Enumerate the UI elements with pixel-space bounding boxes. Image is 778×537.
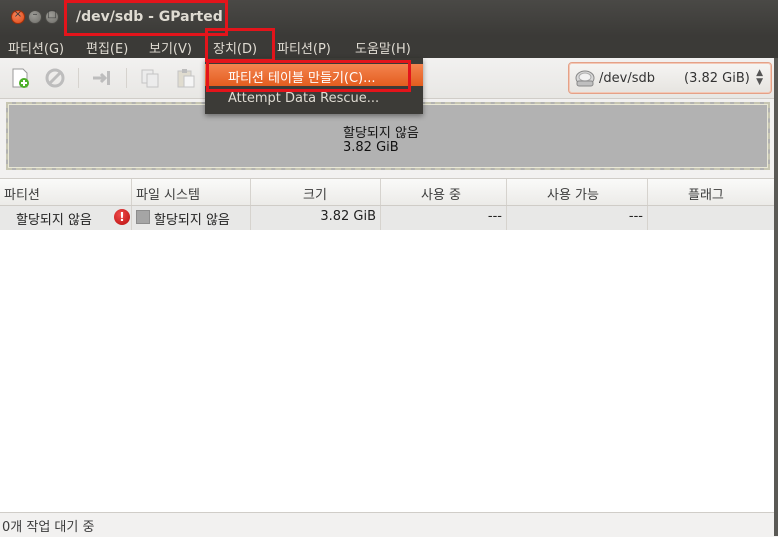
resize-move-button[interactable] bbox=[91, 67, 113, 89]
close-window-button[interactable]: × bbox=[11, 9, 25, 24]
window-edge bbox=[774, 58, 778, 536]
device-name: /dev/sdb bbox=[599, 71, 655, 86]
column-size[interactable]: 크기 bbox=[251, 179, 381, 205]
create-table-highlight-box bbox=[206, 60, 411, 92]
column-partition[interactable]: 파티션 bbox=[0, 179, 132, 205]
minimize-window-button[interactable]: – bbox=[28, 9, 42, 24]
device-menu-highlight-box bbox=[205, 28, 275, 62]
paste-icon bbox=[177, 69, 195, 88]
menu-edit[interactable]: 편집(E) bbox=[86, 38, 128, 57]
cell-size: 3.82 GiB bbox=[251, 206, 381, 230]
partition-table: 파티션 파일 시스템 크기 사용 중 사용 가능 플래그 할당되지 않음 ! 할… bbox=[0, 178, 778, 513]
delete-partition-button[interactable] bbox=[44, 67, 66, 89]
chevron-up-down-icon: ▲ ▼ bbox=[756, 68, 763, 87]
column-unused[interactable]: 사용 가능 bbox=[507, 179, 648, 205]
cell-used: --- bbox=[381, 206, 507, 230]
title-highlight-box bbox=[64, 0, 228, 36]
cell-filesystem: 할당되지 않음 bbox=[132, 206, 251, 230]
column-used[interactable]: 사용 중 bbox=[381, 179, 507, 205]
column-flags[interactable]: 플래그 bbox=[648, 179, 778, 205]
cell-partition: 할당되지 않음 ! bbox=[0, 206, 132, 230]
disk-drive-icon bbox=[575, 70, 595, 87]
device-size: (3.82 GiB) bbox=[684, 71, 750, 86]
copy-button[interactable] bbox=[139, 67, 161, 89]
toolbar-separator bbox=[126, 68, 127, 88]
cell-unused: --- bbox=[507, 206, 648, 230]
status-bar: 0개 작업 대기 중 bbox=[0, 512, 778, 537]
delete-icon bbox=[45, 68, 65, 88]
device-selector[interactable]: /dev/sdb (3.82 GiB) ▲ ▼ bbox=[568, 62, 772, 94]
menu-gparted[interactable]: 파티션(G) bbox=[8, 38, 64, 57]
column-filesystem[interactable]: 파일 시스템 bbox=[132, 179, 251, 205]
table-row[interactable]: 할당되지 않음 ! 할당되지 않음 3.82 GiB --- --- bbox=[0, 206, 774, 230]
new-partition-button[interactable] bbox=[9, 67, 31, 89]
paste-button[interactable] bbox=[175, 67, 197, 89]
filesystem-color-swatch bbox=[136, 210, 150, 224]
status-text: 0개 작업 대기 중 bbox=[2, 520, 95, 535]
disk-map-label: 할당되지 않음 bbox=[343, 126, 419, 141]
table-header: 파티션 파일 시스템 크기 사용 중 사용 가능 플래그 bbox=[0, 179, 778, 206]
minimize-icon: – bbox=[32, 9, 38, 20]
maximize-window-button[interactable]: □ bbox=[45, 9, 59, 24]
menu-view[interactable]: 보기(V) bbox=[149, 38, 192, 57]
menu-help[interactable]: 도움말(H) bbox=[355, 38, 411, 57]
warning-icon: ! bbox=[114, 209, 130, 225]
copy-icon bbox=[141, 69, 159, 88]
new-partition-icon bbox=[12, 68, 29, 88]
toolbar-separator bbox=[78, 68, 79, 88]
cell-flags bbox=[648, 206, 774, 230]
disk-map-size: 3.82 GiB bbox=[343, 140, 399, 155]
close-icon: × bbox=[13, 9, 23, 20]
menu-partition[interactable]: 파티션(P) bbox=[277, 38, 331, 57]
maximize-icon: □ bbox=[47, 9, 57, 20]
resize-move-icon bbox=[93, 71, 110, 85]
menu-bar: 파티션(G) 편집(E) 보기(V) 장치(D) 파티션(P) 도움말(H) bbox=[0, 36, 778, 58]
